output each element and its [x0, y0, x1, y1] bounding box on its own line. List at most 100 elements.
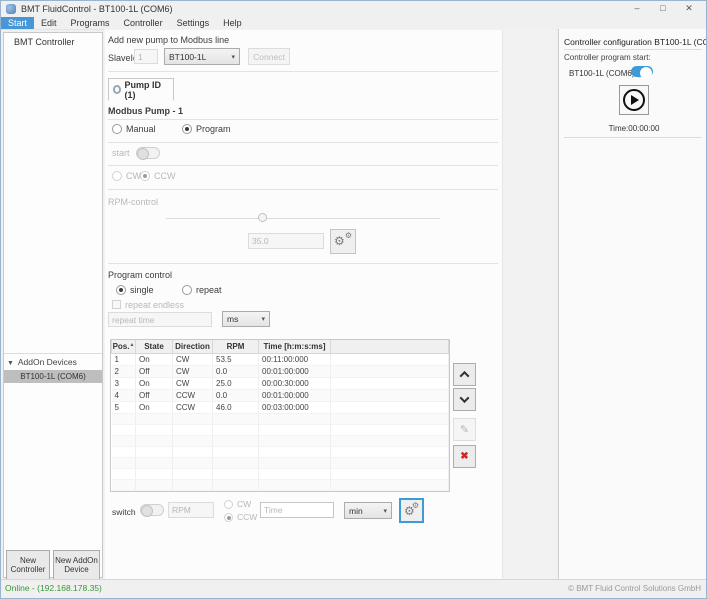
- slave-id-input[interactable]: [134, 49, 158, 64]
- table-cell-time: 00:00:30:000: [259, 377, 331, 389]
- close-button[interactable]: ✕: [676, 1, 702, 17]
- tab-pump-id-label: Pump ID (1): [124, 80, 169, 100]
- repeat-radio-circle[interactable]: [182, 285, 192, 295]
- col-time[interactable]: Time [h:m:s:ms]: [259, 340, 331, 353]
- table-cell-filler: [331, 401, 449, 413]
- tab-pump-id[interactable]: Pump ID (1): [108, 78, 174, 101]
- program-table-body: 1OnCW53.500:11:00:0002OffCW0.000:01:00:0…: [112, 353, 449, 490]
- table-cell-direction: [173, 446, 213, 457]
- maximize-button[interactable]: □: [650, 1, 676, 17]
- move-up-button[interactable]: [453, 363, 476, 386]
- divider: [564, 49, 702, 50]
- table-row[interactable]: [112, 468, 449, 479]
- new-controller-button[interactable]: New Controller: [6, 550, 50, 580]
- table-row[interactable]: [112, 424, 449, 435]
- table-row[interactable]: [112, 435, 449, 446]
- single-radio-circle[interactable]: [116, 285, 126, 295]
- chevron-down-icon: ▼: [7, 360, 14, 367]
- table-cell-filler: [331, 435, 449, 446]
- program-radio[interactable]: Program: [182, 124, 231, 134]
- start-toggle[interactable]: [136, 147, 160, 159]
- switch-settings-button[interactable]: ⚙ ⚙: [399, 498, 424, 523]
- table-cell-time: [259, 424, 331, 435]
- table-cell-pos: 4: [112, 389, 136, 401]
- repeat-time-input[interactable]: [108, 312, 212, 327]
- program-radio-circle[interactable]: [182, 124, 192, 134]
- col-pos[interactable]: Pos.▲: [112, 340, 136, 353]
- switch-cw-radio-circle[interactable]: [224, 500, 233, 509]
- addon-devices-expander[interactable]: ▼ AddOn Devices: [7, 357, 77, 367]
- switch-toggle[interactable]: [140, 504, 164, 516]
- cw-radio[interactable]: CW: [112, 171, 141, 181]
- menu-controller[interactable]: Controller: [117, 17, 170, 29]
- rpm-value-input[interactable]: [248, 233, 324, 249]
- play-icon: [623, 89, 645, 111]
- single-radio[interactable]: single: [116, 285, 154, 295]
- col-rpm[interactable]: RPM: [213, 340, 259, 353]
- table-row[interactable]: 4OffCCW0.000:01:00:000: [112, 389, 449, 401]
- manual-radio-circle[interactable]: [112, 124, 122, 134]
- cw-radio-circle[interactable]: [112, 171, 122, 181]
- edit-row-button[interactable]: ✎: [453, 418, 476, 441]
- new-addon-device-button[interactable]: New AddOn Device: [53, 550, 100, 580]
- move-down-button[interactable]: [453, 388, 476, 411]
- table-row[interactable]: 3OnCW25.000:00:30:000: [112, 377, 449, 389]
- menu-help[interactable]: Help: [216, 17, 249, 29]
- connect-button[interactable]: Connect: [248, 48, 290, 65]
- table-row[interactable]: 1OnCW53.500:11:00:000: [112, 353, 449, 365]
- delete-row-button[interactable]: ✖: [453, 445, 476, 468]
- ccw-radio-circle[interactable]: [140, 171, 150, 181]
- table-cell-direction: CCW: [173, 401, 213, 413]
- rpm-settings-button[interactable]: ⚙ ⚙: [330, 229, 356, 254]
- table-cell-filler: [331, 389, 449, 401]
- table-cell-state: Off: [136, 389, 173, 401]
- sidebar-item-bmt-controller[interactable]: BMT Controller: [14, 37, 74, 47]
- cw-radio-label: CW: [126, 171, 141, 181]
- table-cell-rpm: [213, 446, 259, 457]
- rpm-slider[interactable]: [166, 218, 440, 219]
- table-cell-direction: CW: [173, 365, 213, 377]
- table-cell-direction: CW: [173, 377, 213, 389]
- statusbar: Online - (192.168.178.35) © BMT Fluid Co…: [1, 579, 706, 598]
- repeat-radio[interactable]: repeat: [182, 285, 222, 295]
- col-state[interactable]: State: [136, 340, 173, 353]
- table-cell-time: [259, 435, 331, 446]
- repeat-endless-checkbox[interactable]: repeat endless: [112, 300, 184, 310]
- table-cell-state: On: [136, 353, 173, 365]
- dropdown-arrow-icon: ▾: [383, 507, 387, 515]
- switch-ccw-radio-circle[interactable]: [224, 513, 233, 522]
- col-direction[interactable]: Direction: [173, 340, 213, 353]
- pump-icon: [113, 85, 121, 94]
- table-row[interactable]: 5OnCCW46.000:03:00:000: [112, 401, 449, 413]
- table-row[interactable]: 2OffCW0.000:01:00:000: [112, 365, 449, 377]
- switch-unit-dropdown[interactable]: min ▾: [344, 502, 392, 519]
- repeat-endless-label: repeat endless: [125, 300, 184, 310]
- menu-settings[interactable]: Settings: [170, 17, 217, 29]
- program-play-button[interactable]: [619, 85, 649, 115]
- sidebar-item-bt100-device[interactable]: BT100-1L (COM6): [4, 370, 102, 383]
- menu-programs[interactable]: Programs: [64, 17, 117, 29]
- rpm-slider-thumb[interactable]: [258, 213, 267, 222]
- table-row[interactable]: [112, 413, 449, 424]
- table-row[interactable]: [112, 457, 449, 468]
- minimize-button[interactable]: –: [624, 1, 650, 17]
- pump-type-dropdown[interactable]: BT100-1L ▾: [164, 48, 240, 65]
- manual-radio[interactable]: Manual: [112, 124, 156, 134]
- table-row[interactable]: [112, 446, 449, 457]
- repeat-endless-checkbox-box[interactable]: [112, 300, 121, 309]
- menu-edit[interactable]: Edit: [34, 17, 64, 29]
- table-row[interactable]: [112, 479, 449, 490]
- switch-time-input[interactable]: [260, 502, 334, 518]
- ccw-radio-label: CCW: [154, 171, 176, 181]
- program-control-heading: Program control: [108, 270, 172, 280]
- switch-ccw-radio[interactable]: CCW: [224, 512, 257, 522]
- switch-rpm-input[interactable]: [168, 502, 214, 518]
- copyright-text: © BMT Fluid Control Solutions GmbH: [568, 584, 701, 593]
- menu-start[interactable]: Start: [1, 17, 34, 29]
- table-cell-rpm: 0.0: [213, 365, 259, 377]
- repeat-unit-dropdown[interactable]: ms ▾: [222, 311, 270, 327]
- ccw-radio[interactable]: CCW: [140, 171, 176, 181]
- switch-cw-radio[interactable]: CW: [224, 499, 251, 509]
- device-power-toggle[interactable]: [631, 66, 653, 77]
- app-window: BMT FluidControl - BT100-1L (COM6) – □ ✕…: [0, 0, 707, 599]
